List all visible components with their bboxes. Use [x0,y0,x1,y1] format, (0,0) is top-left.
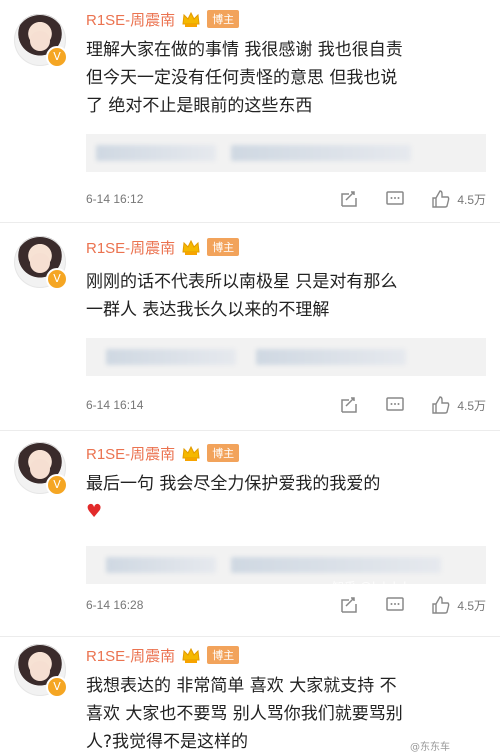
like-button[interactable]: 4.5万 [431,189,486,209]
comment-header: R1SE-周震南 博主 [86,8,240,30]
comment-2: V R1SE-周震南 博主 刚刚的话不代表所以南极星 只是对有那么 一群人 表达… [0,222,500,431]
comment-icon[interactable] [385,395,405,415]
comment-line: 喜欢 大家也不要骂 别人骂你我们就要骂别 [86,704,403,724]
comment-footer: 6-14 16:14 4.5万 [86,394,486,416]
comment-icon[interactable] [385,595,405,615]
host-badge: 博主 [207,646,240,664]
comment-footer: 6-14 16:28 4.5万 [86,594,486,616]
verified-icon: V [46,46,68,68]
username[interactable]: R1SE-周震南 [86,237,175,258]
host-badge: 博主 [207,444,240,462]
comment-line: 一群人 表达我长久以来的不理解 [86,300,330,320]
avatar-face [30,459,50,479]
bottom-watermark: @东东车 [410,742,450,753]
crown-icon [182,11,200,27]
blurred-reply [86,546,486,584]
avatar-face [30,31,50,51]
comment-line: 我想表达的 非常简单 喜欢 大家就支持 不 [86,676,397,696]
watermark: 知乎 @lylylyly [332,580,414,594]
verified-icon: V [46,676,68,698]
comment-3: V R1SE-周震南 博主 最后一句 我会尽全力保护爱我的我爱的 ♥ 6-14 … [0,430,500,637]
host-badge: 博主 [207,10,240,28]
comment-text: 理解大家在做的事情 我很感谢 我也很自责 但今天一定没有任何责怪的意思 但我也说… [86,36,482,120]
heart-icon: ♥ [86,501,103,522]
blurred-reply [86,134,486,172]
crown-icon [182,445,200,461]
verified-icon: V [46,474,68,496]
like-count: 4.5万 [457,192,486,207]
avatar[interactable]: V [14,442,68,496]
username[interactable]: R1SE-周震南 [86,443,175,464]
comment-4: V R1SE-周震南 博主 我想表达的 非常简单 喜欢 大家就支持 不 喜欢 大… [0,636,500,754]
share-icon[interactable] [339,189,359,209]
thumbs-up-icon [432,596,450,614]
username[interactable]: R1SE-周震南 [86,645,175,666]
timestamp: 6-14 16:12 [86,192,144,206]
like-count: 4.5万 [457,398,486,413]
like-count: 4.5万 [457,598,486,613]
comment-line: 但今天一定没有任何责怪的意思 但我也说 [86,68,398,88]
comment-header: R1SE-周震南 博主 [86,236,240,258]
comment-header: R1SE-周震南 博主 [86,442,240,464]
thumbs-up-icon [432,396,450,414]
share-icon[interactable] [339,595,359,615]
share-icon[interactable] [339,395,359,415]
comment-text: 最后一句 我会尽全力保护爱我的我爱的 ♥ [86,470,482,526]
avatar-face [30,253,50,273]
comment-icon[interactable] [385,189,405,209]
timestamp: 6-14 16:14 [86,398,144,412]
comment-footer: 6-14 16:12 4.5万 [86,188,486,210]
comment-line: 理解大家在做的事情 我很感谢 我也很自责 [86,40,403,60]
verified-icon: V [46,268,68,290]
like-button[interactable]: 4.5万 [431,395,486,415]
comment-text: 刚刚的话不代表所以南极星 只是对有那么 一群人 表达我长久以来的不理解 [86,268,482,324]
avatar[interactable]: V [14,236,68,290]
username[interactable]: R1SE-周震南 [86,9,175,30]
comment-line: 了 绝对不止是眼前的这些东西 [86,96,313,116]
thumbs-up-icon [432,190,450,208]
comment-line: 最后一句 我会尽全力保护爱我的我爱的 [86,474,381,494]
timestamp: 6-14 16:28 [86,598,144,612]
avatar[interactable]: V [14,14,68,68]
crown-icon [182,647,200,663]
comment-line: 刚刚的话不代表所以南极星 只是对有那么 [86,272,398,292]
blurred-reply [86,338,486,376]
host-badge: 博主 [207,238,240,256]
like-button[interactable]: 4.5万 [431,595,486,615]
avatar-face [30,661,50,681]
avatar[interactable]: V [14,644,68,698]
comment-1: V R1SE-周震南 博主 理解大家在做的事情 我很感谢 我也很自责 但今天一定… [0,0,500,223]
crown-icon [182,239,200,255]
comment-header: R1SE-周震南 博主 [86,644,240,666]
